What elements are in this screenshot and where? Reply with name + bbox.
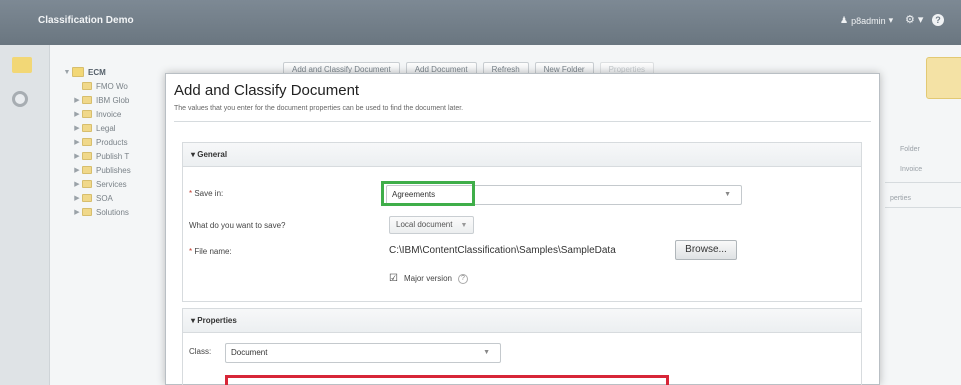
expand-caret-icon[interactable]: ▼ [62,69,72,76]
folder-preview-icon [926,57,961,99]
add-classify-dialog: Add and Classify Document The values tha… [165,73,880,385]
folder-icon [82,194,92,202]
folder-icon [82,166,92,174]
tree-item-label: Solutions [96,207,129,217]
highlight-box-red [225,375,669,385]
chevron-down-icon: ▼ [483,349,490,356]
info-icon[interactable]: ? [457,273,468,284]
right-panel-label: perties [890,195,912,202]
tree-item-label: FMO Wo [96,81,128,91]
chevron-down-icon: ▼ [724,191,731,198]
folder-icon [72,67,84,77]
major-version-row: ☑ Major version ? [389,273,468,284]
folder-icon [82,82,92,90]
tree-item-label: Invoice [96,109,122,119]
chevron-down-icon: ▾ [888,15,894,25]
app-title: Classification Demo [38,15,134,26]
local-document-value: Local document [396,220,453,229]
properties-section-header[interactable]: ▾ Properties [183,309,861,333]
chevron-down-icon: ▼ [460,222,468,229]
left-rail [0,45,50,385]
user-menu[interactable]: ♟ p8admin ▾ [840,15,893,26]
save-in-label: * Save in: [189,189,223,198]
expand-caret-icon[interactable]: ▶ [72,194,82,202]
expand-caret-icon[interactable]: ▶ [72,180,82,188]
folder-icon [82,180,92,188]
user-name: p8admin [851,15,886,26]
right-panel-label: Folder [900,146,920,153]
expand-caret-icon[interactable]: ▶ [72,110,82,118]
tree-item-label: SOA [96,193,113,203]
general-header-label: General [197,150,228,159]
class-combo[interactable]: Document ▼ [225,343,501,363]
gear-icon[interactable]: ⚙ ▾ [905,13,923,26]
tree-item-label: Services [96,179,127,189]
properties-section: ▾ Properties Class: Document ▼ [182,308,862,385]
folder-icon [82,124,92,132]
dialog-subtitle: The values that you enter for the docume… [174,105,464,112]
local-document-dropdown[interactable]: Local document ▼ [389,216,475,234]
major-version-checkbox[interactable]: ☑ [389,273,398,284]
properties-header-label: Properties [197,316,237,325]
expand-caret-icon[interactable]: ▶ [72,96,82,104]
what-to-save-label: What do you want to save? [189,221,286,230]
tree-root-label: ECM [88,67,106,77]
expand-caret-icon[interactable]: ▶ [72,152,82,160]
file-name-label-text: File name: [194,247,232,256]
divider [885,207,961,208]
divider [174,121,871,122]
general-section-header[interactable]: ▾ General [183,143,861,167]
top-banner: Classification Demo ♟ p8admin ▾ ⚙ ▾ ? [0,0,961,45]
folder-icon [82,138,92,146]
tree-item-label: Products [96,137,128,147]
major-version-label: Major version [403,274,452,283]
tree-item-label: Publishes [96,165,131,175]
search-circle-icon[interactable] [12,91,28,107]
class-label: Class: [189,347,212,356]
tree-item-label: IBM Glob [96,95,130,105]
file-name-field[interactable]: C:\IBM\ContentClassification\Samples\Sam… [389,245,616,256]
folder-icon [82,110,92,118]
file-name-label: * File name: [189,247,232,256]
help-icon[interactable]: ? [932,14,944,26]
tree-item-label: Legal [96,123,116,133]
expand-caret-icon[interactable]: ▶ [72,138,82,146]
save-in-label-text: Save in: [194,189,224,198]
folder-icon [82,152,92,160]
browse-folder-icon[interactable] [12,57,32,73]
user-icon: ♟ [840,15,849,25]
right-panel-label: Invoice [900,166,923,173]
general-section: ▾ General * Save in: Agreements ▼ What d… [182,142,862,302]
dialog-title: Add and Classify Document [174,82,360,99]
tree-item-label: Publish T [96,151,130,161]
class-value: Document [231,348,268,357]
folder-icon [82,96,92,104]
highlight-box-green [381,181,475,206]
expand-caret-icon[interactable]: ▶ [72,124,82,132]
expand-caret-icon[interactable]: ▶ [72,208,82,216]
expand-caret-icon[interactable]: ▶ [72,166,82,174]
divider [885,182,961,183]
folder-icon [82,208,92,216]
browse-button[interactable]: Browse... [675,240,737,260]
